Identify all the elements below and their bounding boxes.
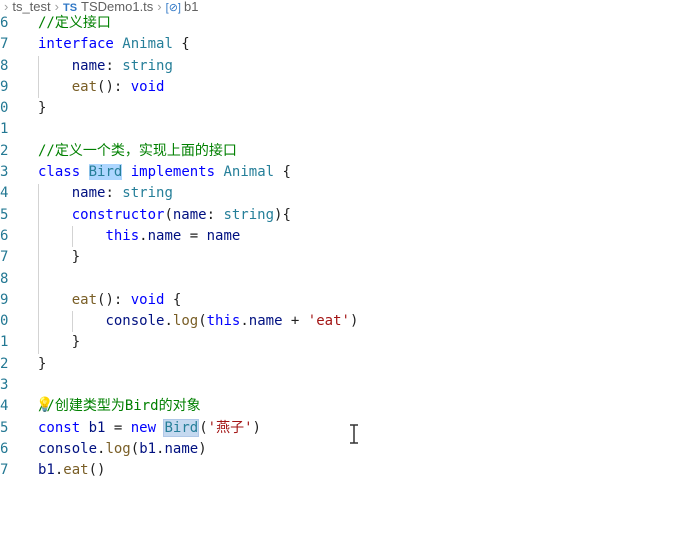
line-number: 0 (0, 313, 9, 330)
chevron-right-icon: › (54, 0, 59, 14)
code-line: 4 name: string (0, 183, 685, 204)
line-number: 6 (0, 15, 9, 31)
code-line: 9 eat(): void (0, 77, 685, 98)
line-number: 4 (0, 398, 9, 415)
code-line: 6 this.name = name (0, 226, 685, 247)
code-line: 4 💡//创建类型为Bird的对象 (0, 396, 685, 417)
code-line: 3 class Bird implements Animal { (0, 162, 685, 183)
highlighted-symbol: Bird (163, 418, 200, 437)
line-number: 5 (0, 206, 9, 223)
code-line: 0 } (0, 98, 685, 119)
code-line: 7 } (0, 247, 685, 268)
code-line: 8 name: string (0, 56, 685, 77)
line-number: 0 (0, 100, 9, 117)
breadcrumb: › ts_test › TS TSDemo1.ts › [⊘] b1 (0, 0, 685, 14)
code-line: 7 interface Animal { (0, 34, 685, 55)
breadcrumb-folder[interactable]: ts_test (12, 0, 50, 14)
code-editor[interactable]: 6 //定义接口 7 interface Animal { 8 name: st… (0, 13, 685, 482)
breadcrumb-file[interactable]: TSDemo1.ts (81, 0, 153, 14)
code-line: 7 b1.eat() (0, 460, 685, 481)
code-line: 6 console.log(b1.name) (0, 439, 685, 460)
code-line: 1 (0, 119, 685, 140)
code-line: 5 const b1 = new Bird('燕子') (0, 418, 685, 439)
breadcrumb-symbol[interactable]: b1 (184, 0, 198, 14)
line-number: 1 (0, 121, 9, 138)
code-line: 2 } (0, 354, 685, 375)
code-line: 3 (0, 375, 685, 396)
code-line: 6 //定义接口 (0, 13, 685, 34)
line-number: 7 (0, 249, 9, 266)
line-number: 3 (0, 164, 9, 181)
line-number: 9 (0, 291, 9, 308)
code-line: 5 constructor(name: string){ (0, 205, 685, 226)
line-number: 5 (0, 419, 9, 436)
chevron-right-icon: › (4, 0, 9, 14)
code-line: 9 eat(): void { (0, 290, 685, 311)
line-number: 8 (0, 270, 9, 287)
line-number: 6 (0, 227, 9, 244)
comment: //定义一个类，实现上面的接口 (38, 142, 237, 159)
lightbulb-icon[interactable]: 💡 (36, 395, 53, 416)
text-cursor-icon (350, 424, 358, 444)
line-number: 1 (0, 334, 9, 351)
highlighted-symbol: Bird (88, 164, 123, 181)
line-number: 7 (0, 462, 9, 479)
line-number: 2 (0, 355, 9, 372)
line-number: 8 (0, 57, 9, 74)
line-number: 9 (0, 78, 9, 95)
code-line: 2 //定义一个类，实现上面的接口 (0, 141, 685, 162)
line-number: 7 (0, 36, 9, 53)
comment: //定义接口 (38, 15, 111, 31)
line-number: 4 (0, 185, 9, 202)
line-number: 3 (0, 377, 9, 394)
line-number: 6 (0, 440, 9, 457)
line-number: 2 (0, 142, 9, 159)
code-line: 1 } (0, 332, 685, 353)
code-line: 0 console.log(this.name + 'eat') (0, 311, 685, 332)
code-line: 8 (0, 269, 685, 290)
chevron-right-icon: › (157, 0, 162, 14)
